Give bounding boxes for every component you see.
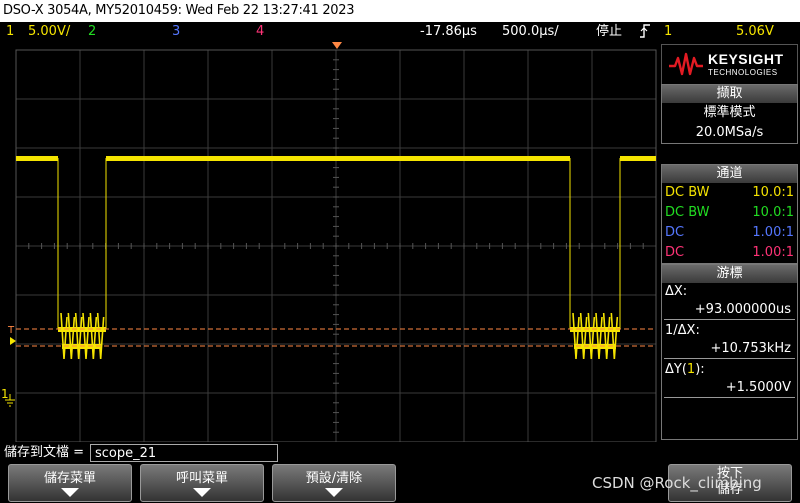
ch1-glitch-burst [60, 312, 68, 360]
softkey-label: 預設/清除 [305, 471, 363, 486]
channel-probe: 1.00:1 [752, 245, 794, 260]
channel-coupling: DC [665, 225, 685, 240]
channel-probe: 10.0:1 [752, 185, 794, 200]
sample-rate: 20.0MSa/s [695, 125, 764, 140]
channels-title: 通道 [662, 165, 797, 183]
ch1-ground-marker[interactable]: 1 [1, 387, 9, 401]
channel-probe: 1.00:1 [752, 225, 794, 240]
trigger-position-marker[interactable] [332, 42, 342, 49]
ch1-number[interactable]: 1 [6, 22, 14, 42]
channel-row-4[interactable]: DC 1.00:1 [662, 243, 797, 263]
save-to-file-label: 儲存到文檔 = [4, 445, 85, 460]
acquire-title: 擷取 [662, 85, 797, 103]
delta-y-value: +1.5000V [664, 379, 795, 398]
delta-x-label: ΔX: [665, 284, 688, 299]
delay-value[interactable]: -17.86µs [420, 22, 477, 42]
down-arrow-icon [325, 488, 343, 497]
channels-panel[interactable]: 通道 DC BW 10.0:1 DC BW 10.0:1 DC 1.00:1 DC 1.… [661, 164, 798, 264]
softkey-bar: 儲存到文檔 = scope_21 儲存菜單 呼叫菜單 預設/清除 按下 儲存 [0, 442, 800, 503]
trigger-level[interactable]: 5.06V [736, 22, 774, 42]
watermark: CSDN @Rock_climbing [592, 474, 762, 492]
channel-row-2[interactable]: DC BW 10.0:1 [662, 203, 797, 223]
delta-y-label: ΔY(1): [662, 361, 797, 379]
channel-coupling: DC [665, 245, 685, 260]
ch1-glitch-burst [610, 312, 619, 360]
softkey-label: 儲存菜單 [43, 471, 96, 486]
inverse-delta-x-label: 1/ΔX: [665, 323, 700, 338]
ch1-glitch-burst [74, 312, 83, 360]
inverse-delta-x-value: +10.753kHz [664, 340, 795, 359]
ch1-ground-marker-arrow [10, 337, 16, 345]
delta-y-label-post: ): [695, 362, 705, 377]
channel-coupling: DC BW [665, 185, 710, 200]
ch1-glitch-burst [82, 312, 90, 360]
logo-subtitle: TECHNOLOGIES [708, 68, 778, 77]
ch1-scale[interactable]: 5.00V/ [28, 22, 70, 42]
side-panel: KEYSIGHT TECHNOLOGIES 擷取 標準模式 20.0MSa/s … [660, 42, 800, 442]
ch1-glitch-burst [96, 312, 105, 360]
delta-y-label-channel: 1 [686, 362, 696, 377]
cursors-panel[interactable]: 游標 ΔX: +93.000000us 1/ΔX: +10.753kHz ΔY(… [661, 264, 798, 440]
ch1-high-segment [106, 156, 570, 161]
cursors-title: 游標 [662, 265, 797, 283]
logo-panel: KEYSIGHT TECHNOLOGIES [661, 44, 798, 87]
ch1-glitch-burst [579, 312, 588, 360]
channel-row-1[interactable]: DC BW 10.0:1 [662, 183, 797, 203]
ch4-number[interactable]: 4 [256, 22, 264, 42]
softkey-label: 呼叫菜單 [175, 471, 228, 486]
status-bar: 1 5.00V/ 2 3 4 -17.86µs 500.0µs/ 停止 1 5.… [0, 22, 800, 42]
default-erase-button[interactable]: 預設/清除 [272, 464, 396, 502]
recall-menu-button[interactable]: 呼叫菜單 [140, 464, 264, 502]
channel-row-3[interactable]: DC 1.00:1 [662, 223, 797, 243]
ch1-glitch-burst [572, 312, 580, 360]
ch1-glitch-burst [587, 312, 596, 360]
trigger-level-marker[interactable]: T [7, 325, 15, 336]
ch1-glitch-burst [595, 312, 603, 360]
waveform-grid: T 1 [1, 42, 657, 443]
file-name-field[interactable]: scope_21 [90, 444, 278, 462]
logo-name: KEYSIGHT [708, 51, 784, 67]
graticule [15, 49, 657, 443]
save-menu-button[interactable]: 儲存菜單 [8, 464, 132, 502]
acquire-mode: 標準模式 [703, 105, 756, 120]
channel-probe: 10.0:1 [752, 205, 794, 220]
ch2-number[interactable]: 2 [88, 22, 96, 42]
waveform-display[interactable]: T 1 [0, 42, 660, 443]
keysight-wave-icon [669, 52, 703, 76]
run-state: 停止 [596, 22, 623, 42]
delta-x-value: +93.000000us [664, 301, 795, 320]
ch1-glitch-burst [89, 312, 98, 360]
down-arrow-icon [193, 488, 211, 497]
down-arrow-icon [61, 488, 79, 497]
ch1-glitch-burst [67, 312, 76, 360]
ch1-high-segment [16, 156, 58, 161]
ch3-number[interactable]: 3 [172, 22, 180, 42]
ch1-high-segment [620, 156, 656, 161]
trigger-channel: 1 [664, 24, 673, 39]
window-title: DSO-X 3054A, MY52010459: Wed Feb 22 13:2… [0, 0, 800, 22]
acquire-panel[interactable]: 擷取 標準模式 20.0MSa/s [661, 84, 798, 144]
delta-y-label-pre: ΔY( [665, 362, 687, 377]
ch1-glitch-burst [602, 312, 611, 360]
channel-coupling: DC BW [665, 205, 710, 220]
timebase-value[interactable]: 500.0µs/ [502, 22, 559, 42]
